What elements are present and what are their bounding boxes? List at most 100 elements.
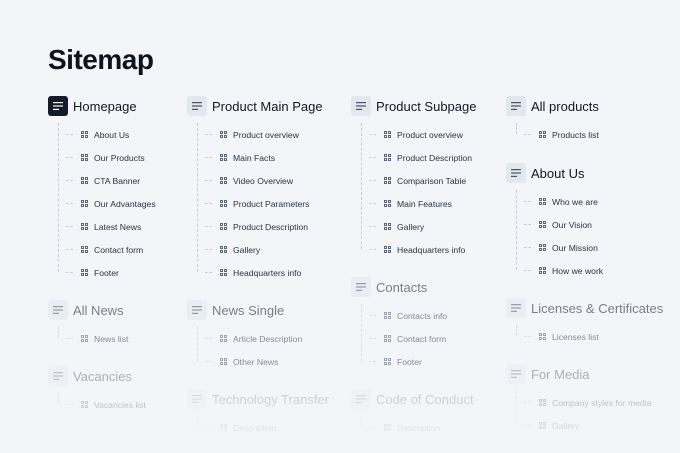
grid-icon (81, 401, 88, 408)
list-item-label: Footer (94, 267, 119, 278)
list-item-label: Contact form (397, 333, 447, 344)
section-header[interactable]: Homepage (48, 95, 208, 117)
section-items: Description (361, 416, 511, 439)
section-header[interactable]: About Us (506, 162, 666, 184)
section-header[interactable]: Product Main Page (187, 95, 347, 117)
grid-icon (220, 358, 227, 365)
connector-line (66, 134, 73, 135)
list-item[interactable]: Headquarters info (197, 261, 347, 284)
list-item[interactable]: About Us (58, 123, 208, 146)
list-item[interactable]: Our Products (58, 146, 208, 169)
list-item-label: Main Facts (233, 152, 276, 163)
connector-line (66, 338, 73, 339)
list-item[interactable]: How we work (516, 259, 666, 282)
section-items: Contacts info Contact form Footer (361, 304, 511, 373)
list-item-label: Our Advantages (94, 198, 156, 209)
list-item[interactable]: Our Vision (516, 213, 666, 236)
list-item[interactable]: Contact form (361, 327, 511, 350)
list-item[interactable]: Product Description (197, 215, 347, 238)
list-item-label: Product Parameters (233, 198, 310, 209)
grid-icon (220, 269, 227, 276)
grid-icon (81, 335, 88, 342)
list-item-label: How we work (552, 265, 604, 276)
list-item[interactable]: Main Features (361, 192, 511, 215)
list-item[interactable]: Headquarters info (361, 238, 511, 261)
section-header[interactable]: Technology Transfer (187, 388, 347, 410)
connector-line (524, 247, 531, 248)
list-item[interactable]: Main Facts (197, 146, 347, 169)
section-header[interactable]: Licenses & Certificates (506, 297, 666, 319)
connector-line (524, 336, 531, 337)
list-item[interactable]: Description (361, 416, 511, 439)
list-item[interactable]: Gallery (197, 238, 347, 261)
list-item[interactable]: Company styles for media (516, 391, 666, 414)
grid-icon (220, 154, 227, 161)
section-all-news: All News News list (48, 299, 208, 350)
list-item[interactable]: CTA Banner (58, 169, 208, 192)
list-item[interactable]: Our Advantages (58, 192, 208, 215)
grid-icon (384, 223, 391, 230)
list-item[interactable]: Footer (361, 350, 511, 373)
list-item[interactable]: Description (197, 416, 347, 439)
list-item[interactable]: Article Description (197, 327, 347, 350)
section-header[interactable]: News Single (187, 299, 347, 321)
list-item[interactable]: Contact form (58, 238, 208, 261)
connector-line (66, 226, 73, 227)
section-vacancies: Vacancies Vacancies list (48, 365, 208, 416)
list-item[interactable]: Contacts info (361, 304, 511, 327)
grid-icon (81, 131, 88, 138)
connector-line (205, 226, 212, 227)
list-item[interactable]: Gallery (516, 414, 666, 437)
section-header[interactable]: All products (506, 95, 666, 117)
section-header[interactable]: Code of Conduct (351, 388, 511, 410)
connector-line (205, 157, 212, 158)
list-item[interactable]: Gallery (361, 215, 511, 238)
list-item[interactable]: Licenses list (516, 325, 666, 348)
list-item-label: Products list (552, 129, 599, 140)
connector-line (205, 203, 212, 204)
list-item-label: Headquarters info (397, 244, 466, 255)
list-item[interactable]: News list (58, 327, 208, 350)
section-header[interactable]: For Media (506, 363, 666, 385)
section-header[interactable]: Product Subpage (351, 95, 511, 117)
list-item-label: Contact form (94, 244, 144, 255)
list-item[interactable]: Our Mission (516, 236, 666, 259)
list-item-label: Latest News (94, 221, 142, 232)
connector-line (524, 201, 531, 202)
section-header[interactable]: Vacancies (48, 365, 208, 387)
list-item-label: Video Overview (233, 175, 294, 186)
list-item-label: News list (94, 333, 129, 344)
section-header[interactable]: Contacts (351, 276, 511, 298)
grid-icon (384, 131, 391, 138)
list-item[interactable]: Product overview (197, 123, 347, 146)
list-item[interactable]: Product overview (361, 123, 511, 146)
connector-line (66, 157, 73, 158)
section-header[interactable]: All News (48, 299, 208, 321)
list-item[interactable]: Other News (197, 350, 347, 373)
list-item[interactable]: Footer (58, 261, 208, 284)
list-item-label: Contacts info (397, 310, 448, 321)
list-item[interactable]: Comparison Table (361, 169, 511, 192)
grid-icon (220, 177, 227, 184)
document-lines-icon (187, 300, 207, 320)
connector-line (369, 427, 376, 428)
connector-line (66, 272, 73, 273)
connector-line (205, 361, 212, 362)
list-item[interactable]: Vacancies list (58, 393, 208, 416)
list-item-label: Vacancies list (94, 399, 146, 410)
list-item[interactable]: Product Description (361, 146, 511, 169)
list-item[interactable]: Who we are (516, 190, 666, 213)
list-item-label: Our Vision (552, 219, 592, 230)
section-tech-transfer: Technology Transfer Description (187, 388, 347, 439)
section-about-us: About Us Who we are Our Vision Our Mission H… (506, 162, 666, 282)
grid-icon (384, 424, 391, 431)
section-items: About Us Our Products CTA Banner Our Advant… (58, 123, 208, 284)
list-item-label: Article Description (233, 333, 303, 344)
list-item[interactable]: Product Parameters (197, 192, 347, 215)
list-item[interactable]: Products list (516, 123, 666, 146)
list-item[interactable]: Video Overview (197, 169, 347, 192)
sitemap-tree: Homepage About Us Our Products CTA Banner Ou… (0, 0, 680, 453)
document-lines-icon (187, 389, 207, 409)
list-item[interactable]: Latest News (58, 215, 208, 238)
list-item-label: Who we are (552, 196, 598, 207)
